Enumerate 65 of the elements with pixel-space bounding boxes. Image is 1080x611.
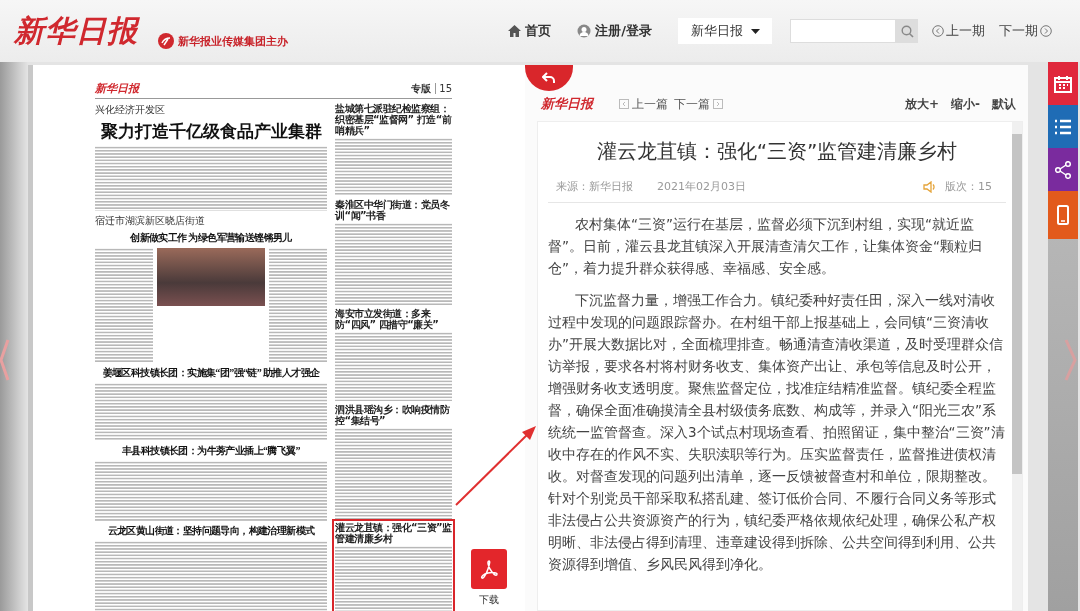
- share-tool-button[interactable]: [1048, 148, 1078, 191]
- search-icon: [900, 24, 914, 38]
- download-label[interactable]: 下载: [478, 593, 499, 607]
- side-story[interactable]: 盐城第七派驻纪检监察组：织密基层“监督网” 打造“前哨精兵”: [335, 103, 452, 196]
- publisher-emblem-icon: [158, 33, 174, 49]
- previous-icon: [619, 99, 629, 109]
- font-size-link[interactable]: 默认: [992, 95, 1016, 113]
- publisher-tagline: 新华报业传媒集团主办: [158, 33, 288, 49]
- article-logo: 新华日报: [541, 95, 593, 113]
- article-title: 灌云龙苴镇：强化“三资”监管建清廉乡村: [595, 138, 959, 165]
- story-headline[interactable]: 云龙区黄山街道：坚持问题导向，构建治理新模式: [95, 524, 327, 538]
- search-field[interactable]: [790, 19, 896, 43]
- pdf-icon: [478, 559, 499, 579]
- font-size-link[interactable]: 放大+: [904, 95, 939, 113]
- masthead-logo: 新华日报: [95, 81, 139, 96]
- chevron-right-icon: [1040, 25, 1052, 37]
- edition-dropdown[interactable]: 新华日报: [678, 18, 772, 44]
- story-headline[interactable]: 创新做实工作 为绿色军营输送铿锵男儿: [95, 231, 327, 245]
- article-source: 来源：新华日报: [556, 179, 633, 194]
- next-article-link[interactable]: 下一篇: [674, 95, 723, 113]
- story-kicker: 宿迁市湖滨新区晓店街道: [95, 214, 206, 228]
- side-story[interactable]: 泗洪县瑶沟乡：吹响疫情防控“集结号”: [335, 404, 452, 520]
- previous-article-link[interactable]: 上一篇: [619, 95, 668, 113]
- story-headline[interactable]: 聚力打造千亿级食品产业集群: [95, 120, 327, 143]
- article-paragraph: 农村集体“三资”运行在基层，监督必须下沉到村组，实现“就近监督”。日前，灌云县龙苴镇深入开展清查清欠工作，让集体资金“颗粒归仓”，着力提升群众获得感、幸福感、安全感。: [548, 215, 983, 278]
- edition-page: 版次：15: [945, 179, 992, 194]
- story-headline[interactable]: 灌云龙苴镇：强化“三资”监管建清廉乡村: [335, 522, 452, 545]
- chevron-left-icon: [932, 25, 944, 37]
- calendar-tool-button[interactable]: [1048, 62, 1078, 105]
- list-icon: [1054, 118, 1072, 135]
- home-icon: [508, 25, 522, 37]
- story-headline[interactable]: 秦淮区中华门街道：党员冬训“闻”书香: [335, 199, 452, 221]
- highlighted-story[interactable]: 灌云龙苴镇：强化“三资”监管建清廉乡村: [335, 522, 452, 611]
- previous-issue-link[interactable]: 上一期: [932, 22, 985, 40]
- calendar-icon: [1054, 74, 1072, 93]
- story-headline[interactable]: 丰县科技镇长团：为牛蒡产业插上“腾飞翼”: [95, 444, 327, 458]
- next-issue-link[interactable]: 下一期: [999, 22, 1052, 40]
- story-headline[interactable]: 盐城第七派驻纪检监察组：织密基层“监督网” 打造“前哨精兵”: [335, 103, 452, 136]
- story-headline[interactable]: 姜堰区科技镇长团：实施集“团”强“链” 助推人才强企: [95, 366, 327, 380]
- login-link[interactable]: 注册/登录: [577, 22, 652, 40]
- home-link[interactable]: 首页: [508, 22, 552, 40]
- next-icon: [713, 99, 723, 109]
- caret-icon: [750, 28, 760, 34]
- story-headline[interactable]: 海安市立发街道：多来防“四风” 四措守“廉关”: [335, 308, 452, 331]
- back-arrow-icon: [542, 72, 556, 84]
- article-paragraph: 下沉监督力量，增强工作合力。镇纪委种好责任田，深入一线对清收过程中发现的问题跟踪督办。在村组干部上报基础上，会同镇“三资清收办”开展大数据比对，全面梳理排查。畅通清查清收渠道，及时受理群众信访举报，要求各村将村财务收支、集体资产出让、承包等信息及时公开，增强财务收支透明度。聚焦监督定位，找准症结精准监督。镇纪委全程监督，确保全面准确摸清全县村级债务底数、构成等，并录入“阳光三农”系统统一监管督查。深入3个试点村现场查看、拍照留证，集中整治“三资”清收中存在的作风不实、失职渎职等行为。压实监督责任，监督推进债权清收。对督查发现的问题列出清单，逐一反馈被督查村和单位，限期整改。针对个别党员干部采取私搭乱建、签订低价合同、不履行合同义务等形式非法侵占公共资源资产的行为，镇纪委严格依规依纪处理，确保公私产权明晰、非法侵占得到清理、违章建设得到拆除、公共空间得到利用、公共资源得到增值、乡风民风得到净化。: [548, 291, 1006, 574]
- article-date: 2021年02月03日: [657, 179, 746, 194]
- phone-tool-button[interactable]: [1048, 191, 1078, 239]
- scrollbar[interactable]: [1012, 122, 1022, 610]
- story-headline[interactable]: 泗洪县瑶沟乡：吹响疫情防控“集结号”: [335, 404, 452, 427]
- share-icon: [1054, 160, 1072, 179]
- pdf-download-button[interactable]: [470, 549, 507, 589]
- list-tool-button[interactable]: [1048, 105, 1078, 148]
- side-story[interactable]: 秦淮区中华门街道：党员冬训“闻”书香: [335, 199, 452, 306]
- back-button[interactable]: [525, 65, 573, 91]
- speaker-icon[interactable]: [923, 180, 937, 193]
- font-size-link[interactable]: 缩小-: [951, 95, 980, 113]
- newspaper-logo[interactable]: 新华日报: [14, 10, 138, 52]
- page-number: 15: [435, 83, 452, 94]
- side-story[interactable]: 海安市立发街道：多来防“四风” 四措守“廉关”: [335, 308, 452, 402]
- section-label: 专版: [411, 81, 432, 96]
- phone-icon: [1057, 205, 1069, 225]
- user-icon: [577, 24, 592, 38]
- search-button[interactable]: [896, 19, 918, 43]
- story-kicker: 兴化经济开发区: [95, 103, 166, 117]
